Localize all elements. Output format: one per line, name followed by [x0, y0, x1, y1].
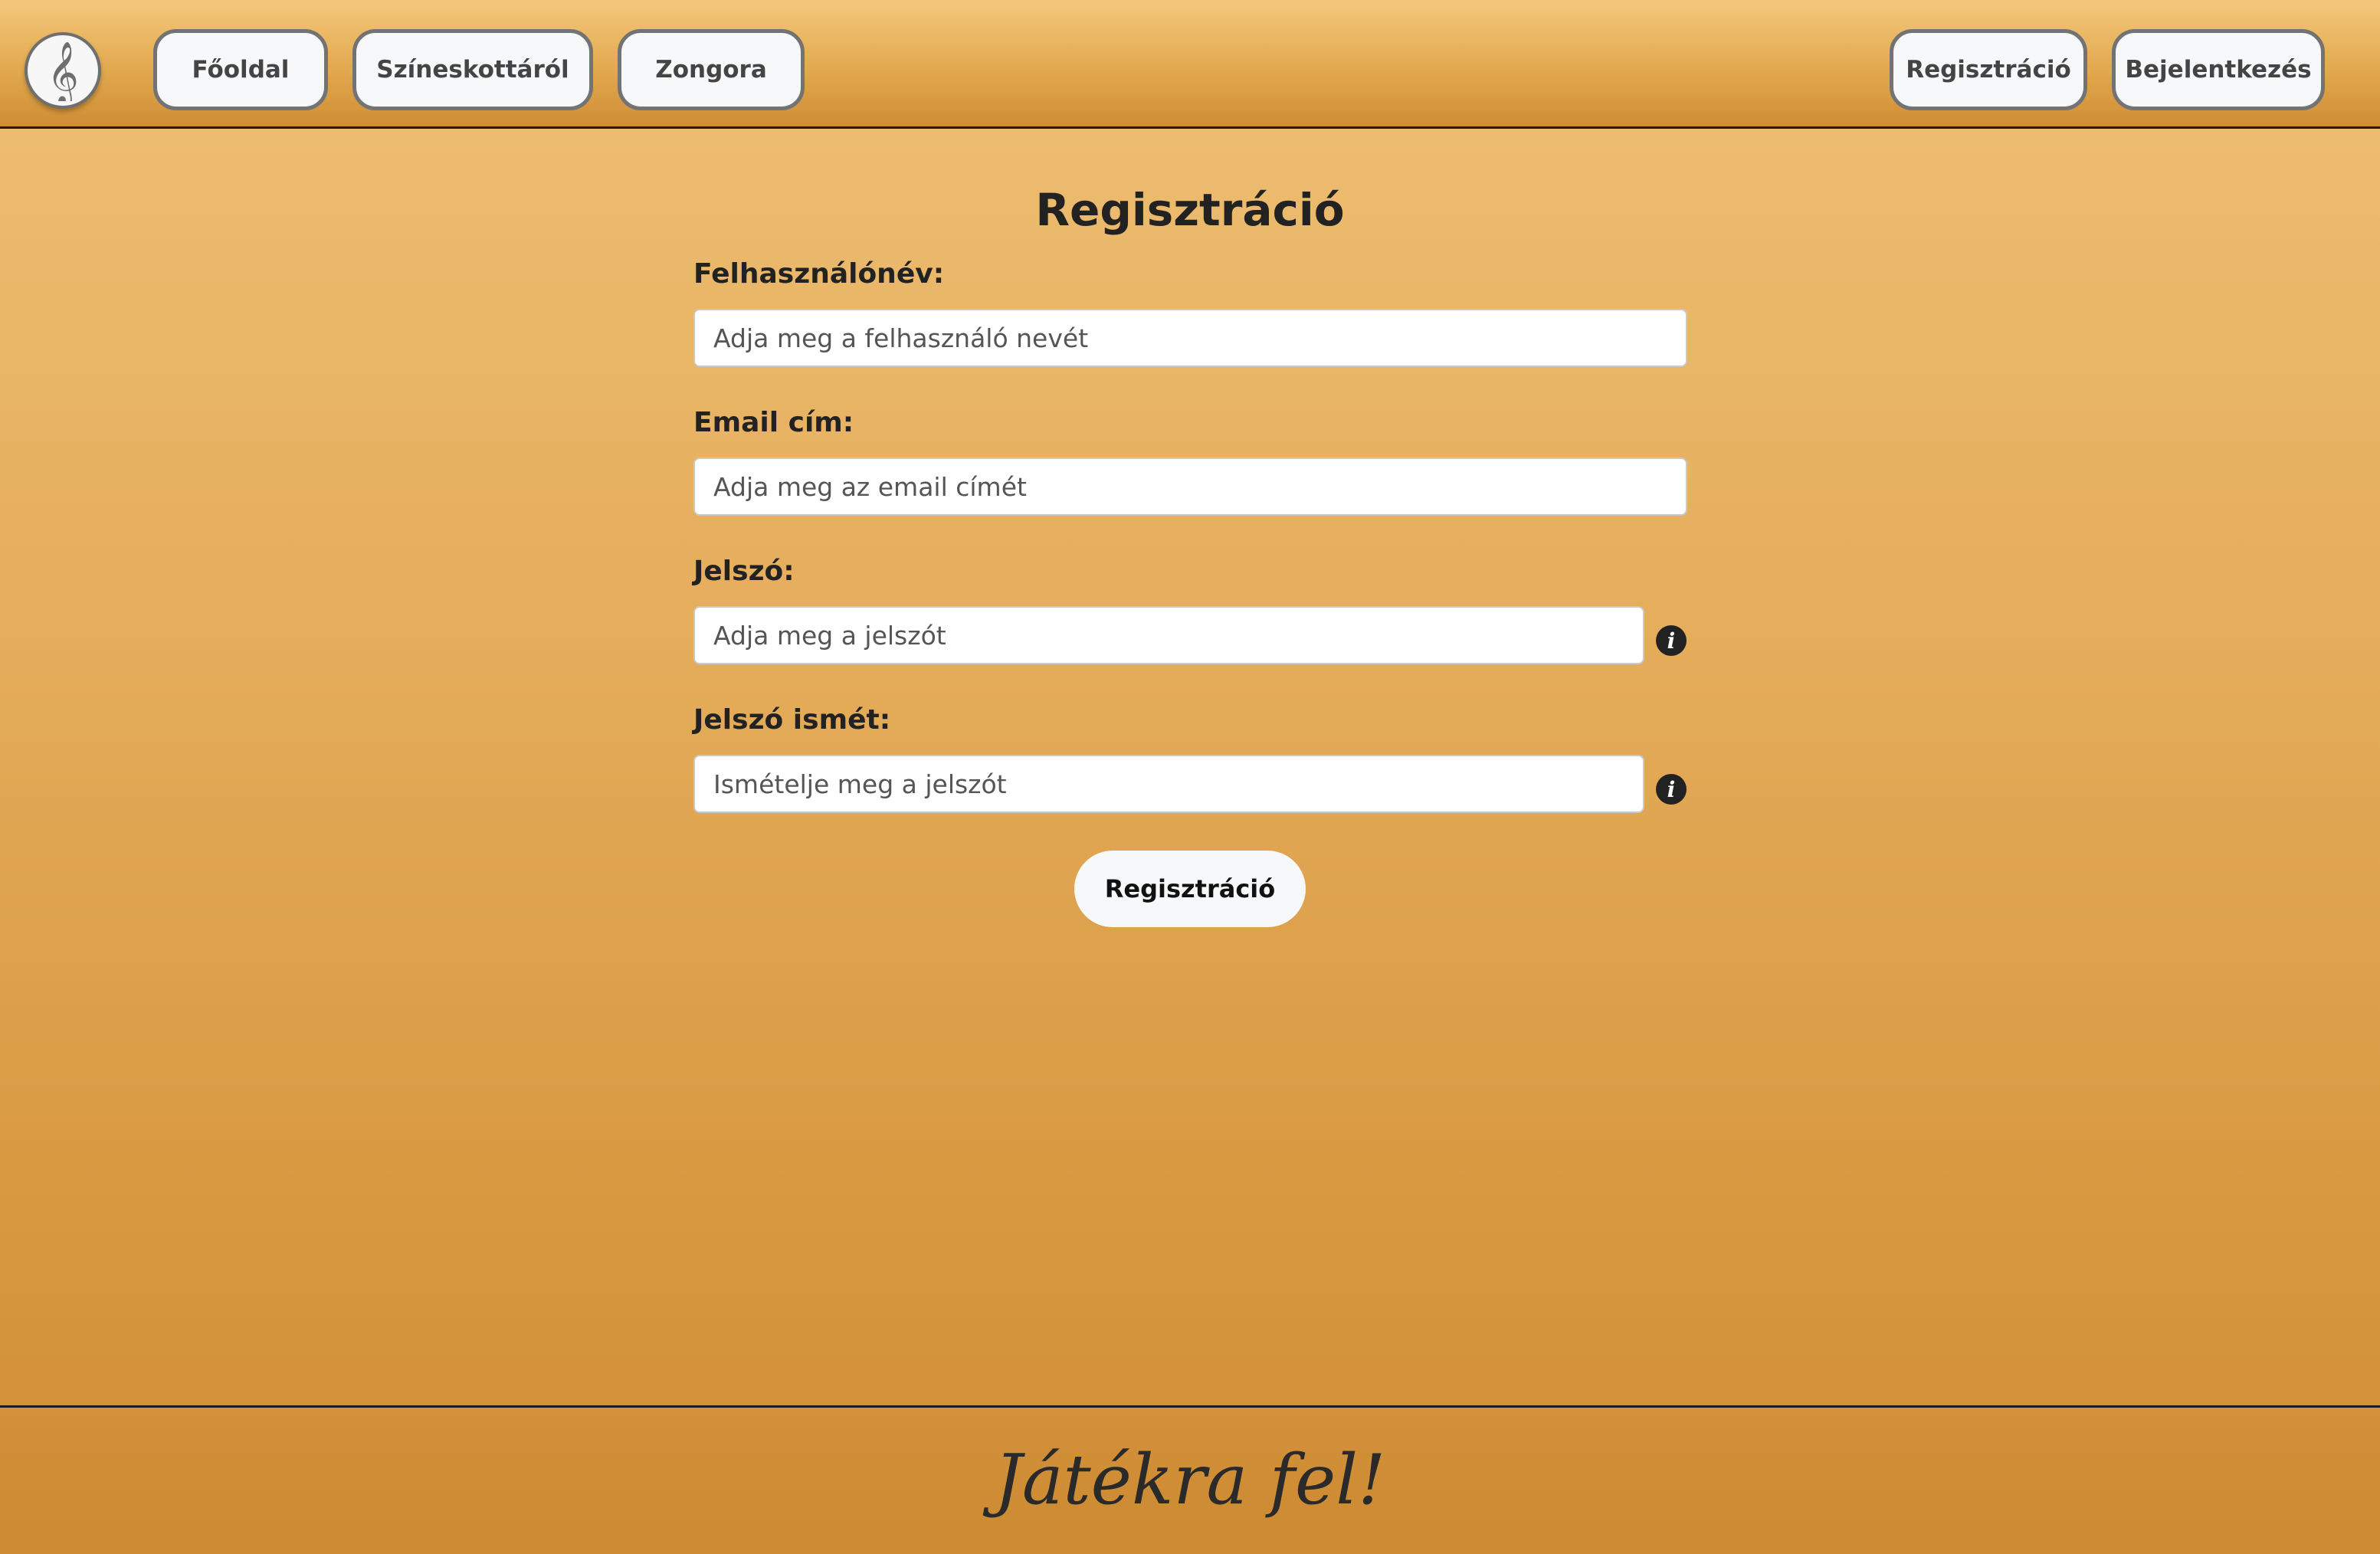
password-input[interactable]: [693, 606, 1644, 664]
nav-piano-button[interactable]: Zongora: [618, 29, 805, 110]
password-label: Jelszó:: [693, 556, 795, 587]
password-repeat-info-icon[interactable]: i: [1656, 774, 1687, 805]
password-repeat-input[interactable]: [693, 755, 1644, 813]
password-repeat-label: Jelszó ismét:: [693, 704, 891, 736]
nav-register-button[interactable]: Regisztráció: [1890, 29, 2087, 110]
footer-slogan: Játékra fel!: [994, 1440, 1386, 1520]
username-label: Felhasználónév:: [693, 258, 945, 290]
svg-text:𝄞: 𝄞: [47, 41, 78, 101]
password-info-icon[interactable]: i: [1656, 625, 1687, 656]
register-submit-button[interactable]: Regisztráció: [1074, 851, 1306, 927]
page-title: Regisztráció: [1035, 184, 1345, 236]
email-label: Email cím:: [693, 407, 854, 438]
email-input[interactable]: [693, 457, 1687, 516]
treble-clef-icon: 𝄞: [47, 41, 78, 101]
nav-home-button[interactable]: Főoldal: [153, 29, 328, 110]
navbar: 𝄞 Főoldal Színeskottáról Zongora Regiszt…: [0, 0, 2380, 129]
nav-color-notes-button[interactable]: Színeskottáról: [352, 29, 593, 110]
nav-login-button[interactable]: Bejelentkezés: [2112, 29, 2325, 110]
footer: Játékra fel!: [0, 1405, 2380, 1554]
logo[interactable]: 𝄞: [25, 32, 101, 109]
username-input[interactable]: [693, 309, 1687, 367]
